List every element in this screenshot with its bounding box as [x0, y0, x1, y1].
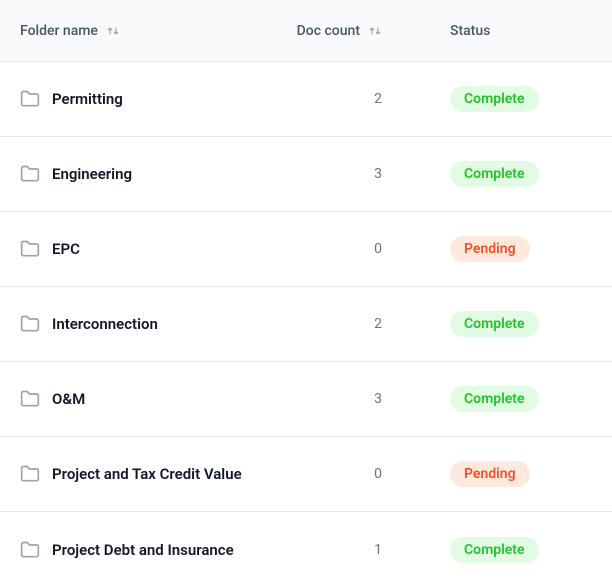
table-row[interactable]: O&M 3 Complete	[0, 362, 612, 437]
folder-name-label: Interconnection	[52, 315, 158, 333]
doc-count-cell: 2	[280, 91, 390, 107]
folder-table: Folder name Doc count Status Permitting 2…	[0, 0, 612, 587]
folder-name-label: Project Debt and Insurance	[52, 541, 234, 559]
folder-icon	[20, 389, 40, 409]
status-cell: Pending	[390, 236, 550, 262]
folder-name-cell: Interconnection	[20, 314, 280, 334]
table-header-row: Folder name Doc count Status	[0, 0, 612, 62]
table-row[interactable]: Project and Tax Credit Value 0 Pending	[0, 437, 612, 512]
header-folder-name-label: Folder name	[20, 23, 98, 39]
table-row[interactable]: Engineering 3 Complete	[0, 137, 612, 212]
sort-icon	[368, 24, 382, 38]
doc-count-cell: 0	[280, 241, 390, 257]
folder-icon	[20, 464, 40, 484]
doc-count-cell: 1	[280, 542, 390, 558]
doc-count-cell: 0	[280, 466, 390, 482]
folder-name-cell: Project and Tax Credit Value	[20, 464, 280, 484]
header-status-label: Status	[450, 23, 490, 39]
folder-name-label: Project and Tax Credit Value	[52, 465, 242, 483]
folder-name-cell: Permitting	[20, 89, 280, 109]
table-body: Permitting2CompleteEngineering3CompleteE…	[0, 62, 612, 587]
doc-count-cell: 3	[280, 166, 390, 182]
status-badge: Complete	[450, 161, 539, 187]
table-row[interactable]: EPC 0 Pending	[0, 212, 612, 287]
folder-name-label: EPC	[52, 240, 80, 258]
folder-icon	[20, 89, 40, 109]
status-badge: Complete	[450, 537, 539, 563]
header-status: Status	[390, 23, 550, 39]
status-badge: Complete	[450, 386, 539, 412]
header-folder-name[interactable]: Folder name	[20, 23, 280, 39]
folder-icon	[20, 164, 40, 184]
folder-name-cell: Engineering	[20, 164, 280, 184]
folder-name-label: Permitting	[52, 90, 123, 108]
status-cell: Complete	[390, 86, 550, 112]
status-badge: Complete	[450, 86, 539, 112]
status-badge: Complete	[450, 311, 539, 337]
folder-name-label: Engineering	[52, 165, 132, 183]
status-cell: Pending	[390, 461, 550, 487]
status-cell: Complete	[390, 537, 550, 563]
header-doc-count[interactable]: Doc count	[280, 23, 390, 39]
sort-icon	[106, 24, 120, 38]
folder-name-label: O&M	[52, 390, 85, 408]
status-badge: Pending	[450, 461, 530, 487]
table-row[interactable]: Permitting 2 Complete	[0, 62, 612, 137]
folder-icon	[20, 239, 40, 259]
status-badge: Pending	[450, 236, 530, 262]
doc-count-cell: 2	[280, 316, 390, 332]
table-row[interactable]: Project Debt and Insurance 1 Complete	[0, 512, 612, 587]
folder-name-cell: Project Debt and Insurance	[20, 540, 280, 560]
folder-name-cell: EPC	[20, 239, 280, 259]
folder-name-cell: O&M	[20, 389, 280, 409]
status-cell: Complete	[390, 311, 550, 337]
status-cell: Complete	[390, 161, 550, 187]
folder-icon	[20, 540, 40, 560]
doc-count-cell: 3	[280, 391, 390, 407]
status-cell: Complete	[390, 386, 550, 412]
table-row[interactable]: Interconnection 2 Complete	[0, 287, 612, 362]
header-doc-count-label: Doc count	[297, 23, 360, 39]
folder-icon	[20, 314, 40, 334]
